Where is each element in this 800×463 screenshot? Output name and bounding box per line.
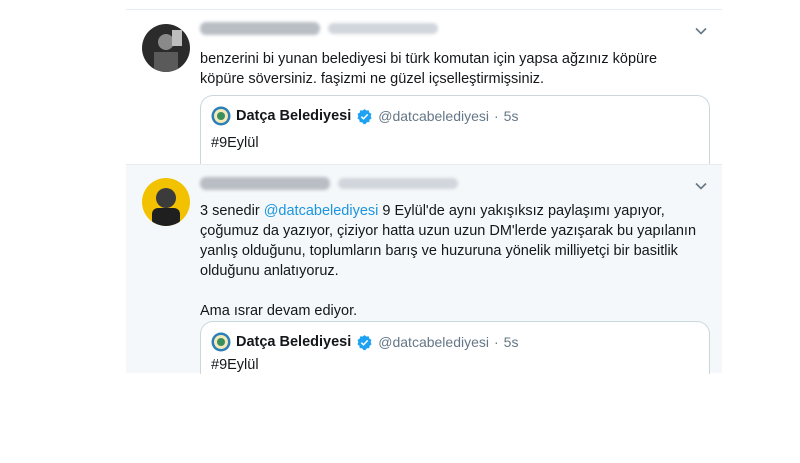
- tweet-text: benzerini bi yunan belediyesi bi türk ko…: [200, 51, 658, 87]
- chevron-down-icon[interactable]: [694, 24, 708, 38]
- tweet-header: [200, 22, 438, 35]
- tweet-text-rest: 9 Eylül'de aynı yakışıksız paylaşımı yap…: [200, 203, 697, 319]
- municipality-logo-icon: [211, 332, 231, 352]
- quoted-timestamp[interactable]: 5s: [504, 334, 519, 350]
- avatar[interactable]: [142, 178, 190, 226]
- municipality-logo-icon: [211, 106, 231, 126]
- mention-link[interactable]: @datcabelediyesi: [264, 203, 379, 219]
- quoted-timestamp[interactable]: 5s: [504, 108, 519, 124]
- tweet-text: 3 senedir @datcabelediyesi 9 Eylül'de ay…: [200, 201, 712, 321]
- user-name-redacted: [200, 177, 330, 190]
- quoted-user-name[interactable]: Datça Belediyesi: [236, 108, 351, 124]
- separator-dot: ·: [494, 108, 499, 124]
- tweet-text-start: 3 senedir: [200, 203, 264, 219]
- verified-badge-icon: [357, 334, 372, 350]
- tweet-2[interactable]: 3 senedir @datcabelediyesi 9 Eylül'de ay…: [126, 164, 722, 374]
- user-handle-redacted: [328, 23, 438, 34]
- tweet-1[interactable]: benzerini bi yunan belediyesi bi türk ko…: [126, 9, 722, 165]
- avatar[interactable]: [142, 24, 190, 72]
- quoted-user-handle[interactable]: @datcabelediyesi: [378, 334, 489, 350]
- tweet-header: [200, 177, 458, 190]
- verified-badge-icon: [357, 108, 372, 124]
- user-name-redacted: [200, 22, 320, 35]
- separator-dot: ·: [494, 334, 499, 350]
- quoted-user-handle[interactable]: @datcabelediyesi: [378, 108, 489, 124]
- quoted-text[interactable]: #9Eylül: [211, 357, 259, 373]
- quoted-tweet[interactable]: Datça Belediyesi @datcabelediyesi · 5s #…: [200, 321, 710, 374]
- chevron-down-icon[interactable]: [694, 179, 708, 193]
- quoted-tweet[interactable]: Datça Belediyesi @datcabelediyesi · 5s #…: [200, 95, 710, 165]
- quoted-user-name[interactable]: Datça Belediyesi: [236, 334, 351, 350]
- quoted-text[interactable]: #9Eylül: [211, 135, 259, 151]
- user-handle-redacted: [338, 178, 458, 189]
